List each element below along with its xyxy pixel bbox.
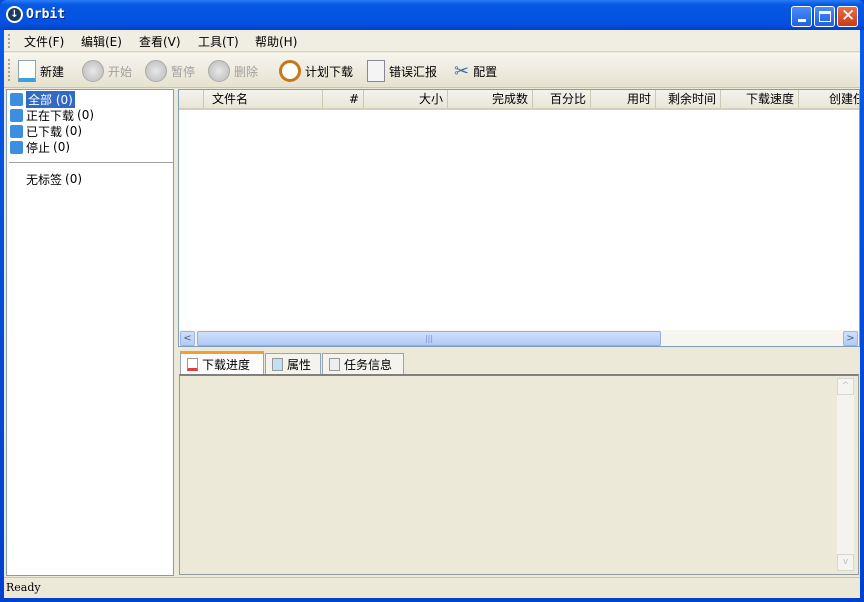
clock-icon [279, 60, 301, 82]
window-title: Orbit [26, 7, 66, 22]
scroll-left-button[interactable]: < [180, 331, 195, 346]
delete-button: 删除 [208, 58, 258, 84]
scroll-right-button[interactable]: > [843, 331, 858, 346]
pause-label: 暂停 [171, 64, 196, 79]
title-bar[interactable]: ↓ Orbit ✕ [0, 0, 864, 30]
new-file-icon [18, 60, 36, 82]
document-icon [329, 357, 340, 371]
stop-icon [10, 140, 23, 154]
tree-label: 已下载 [26, 124, 63, 139]
menu-grip[interactable] [8, 34, 10, 48]
pause-button: 暂停 [145, 58, 195, 84]
tab-label: 任务信息 [344, 357, 393, 372]
tree-count: (0) [65, 124, 83, 138]
report-icon [367, 60, 385, 82]
list-icon [10, 92, 23, 106]
tree-item-all[interactable]: 全部 (0) [10, 90, 75, 108]
error-report-button[interactable]: 错误汇报 [367, 58, 437, 84]
downloaded-icon [10, 124, 23, 138]
close-icon: ✕ [841, 6, 856, 26]
tag-label: 无标签 [26, 172, 63, 187]
menu-file[interactable]: 文件(F) [24, 33, 64, 50]
tree-label: 正在下载 [26, 108, 75, 123]
category-tree: 全部 (0) 正在下载 (0) 已下载 (0) 停止 (0) 无标签 (0) [6, 89, 174, 576]
col-percent[interactable]: 百分比 [533, 90, 591, 108]
close-button[interactable]: ✕ [837, 6, 858, 27]
col-blank[interactable] [179, 90, 204, 108]
tree-item-downloaded[interactable]: 已下载 (0) [10, 123, 82, 139]
tree-label: 停止 [26, 140, 51, 155]
menu-view[interactable]: 查看(V) [139, 33, 181, 50]
col-completed[interactable]: 完成数 [448, 90, 533, 108]
tree-item-stopped[interactable]: 停止 (0) [10, 139, 70, 155]
download-icon [10, 108, 23, 122]
menu-bar: 文件(F) 编辑(E) 查看(V) 工具(T) 帮助(H) [4, 30, 860, 52]
tag-count: (0) [65, 172, 83, 186]
scroll-thumb[interactable]: ||| [197, 331, 661, 346]
download-list[interactable]: 文件名 # 大小 完成数 百分比 用时 剩余时间 下载速度 创建任 < ||| … [178, 89, 860, 347]
col-filename[interactable]: 文件名 [204, 90, 323, 108]
tab-label: 下载进度 [202, 357, 251, 372]
vertical-scrollbar[interactable]: ^ v [837, 378, 854, 571]
new-button[interactable]: 新建 [18, 58, 64, 84]
tree-count: (0) [53, 140, 71, 154]
toolbar: 新建 开始 暂停 删除 计划下载 错误汇报 ✂ 配置 [4, 53, 860, 88]
divider [9, 162, 173, 164]
config-button[interactable]: ✂ 配置 [454, 58, 497, 84]
delete-icon [208, 60, 230, 82]
column-header: 文件名 # 大小 完成数 百分比 用时 剩余时间 下载速度 创建任 [179, 90, 859, 110]
menu-help[interactable]: 帮助(H) [255, 33, 297, 50]
error-report-label: 错误汇报 [389, 64, 438, 79]
start-label: 开始 [108, 64, 133, 79]
horizontal-scrollbar[interactable]: < ||| > [179, 330, 859, 346]
start-button: 开始 [82, 58, 132, 84]
col-size[interactable]: 大小 [364, 90, 448, 108]
col-elapsed[interactable]: 用时 [591, 90, 656, 108]
tree-count: (0) [77, 108, 95, 122]
scroll-up-button[interactable]: ^ [837, 378, 854, 395]
tab-properties[interactable]: 属性 [265, 353, 321, 374]
client-area: 文件(F) 编辑(E) 查看(V) 工具(T) 帮助(H) 新建 开始 暂停 删… [4, 30, 860, 598]
scroll-down-button[interactable]: v [837, 554, 854, 571]
col-speed[interactable]: 下载速度 [721, 90, 799, 108]
maximize-button[interactable] [814, 6, 835, 27]
minimize-button[interactable] [791, 6, 812, 27]
app-logo-icon: ↓ [6, 6, 23, 23]
tab-label: 属性 [287, 357, 312, 372]
chart-icon [187, 357, 198, 371]
schedule-label: 计划下载 [305, 64, 354, 79]
config-label: 配置 [473, 64, 498, 79]
delete-label: 删除 [234, 64, 259, 79]
tree-item-downloading[interactable]: 正在下载 (0) [10, 107, 94, 123]
menu-tools[interactable]: 工具(T) [198, 33, 239, 50]
tree-label: 全部 [28, 92, 53, 107]
menu-edit[interactable]: 编辑(E) [81, 33, 122, 50]
tree-count: (0) [55, 92, 73, 107]
tools-icon: ✂ [454, 60, 470, 82]
status-text: Ready [6, 581, 41, 594]
properties-icon [272, 357, 283, 371]
schedule-button[interactable]: 计划下载 [279, 58, 353, 84]
tab-progress[interactable]: 下载进度 [180, 351, 264, 374]
pause-icon [145, 60, 167, 82]
window: ↓ Orbit ✕ 文件(F) 编辑(E) 查看(V) 工具(T) 帮助(H) … [0, 0, 864, 602]
progress-panel: ^ v [179, 374, 859, 575]
col-number[interactable]: # [323, 90, 364, 108]
play-icon [82, 60, 104, 82]
status-bar: Ready [4, 577, 860, 598]
new-label: 新建 [40, 64, 65, 79]
col-remaining[interactable]: 剩余时间 [656, 90, 721, 108]
toolbar-grip[interactable] [8, 59, 10, 81]
col-created[interactable]: 创建任 [799, 90, 859, 108]
tag-item-untagged[interactable]: 无标签 (0) [26, 171, 82, 187]
tab-task-info[interactable]: 任务信息 [322, 353, 404, 374]
